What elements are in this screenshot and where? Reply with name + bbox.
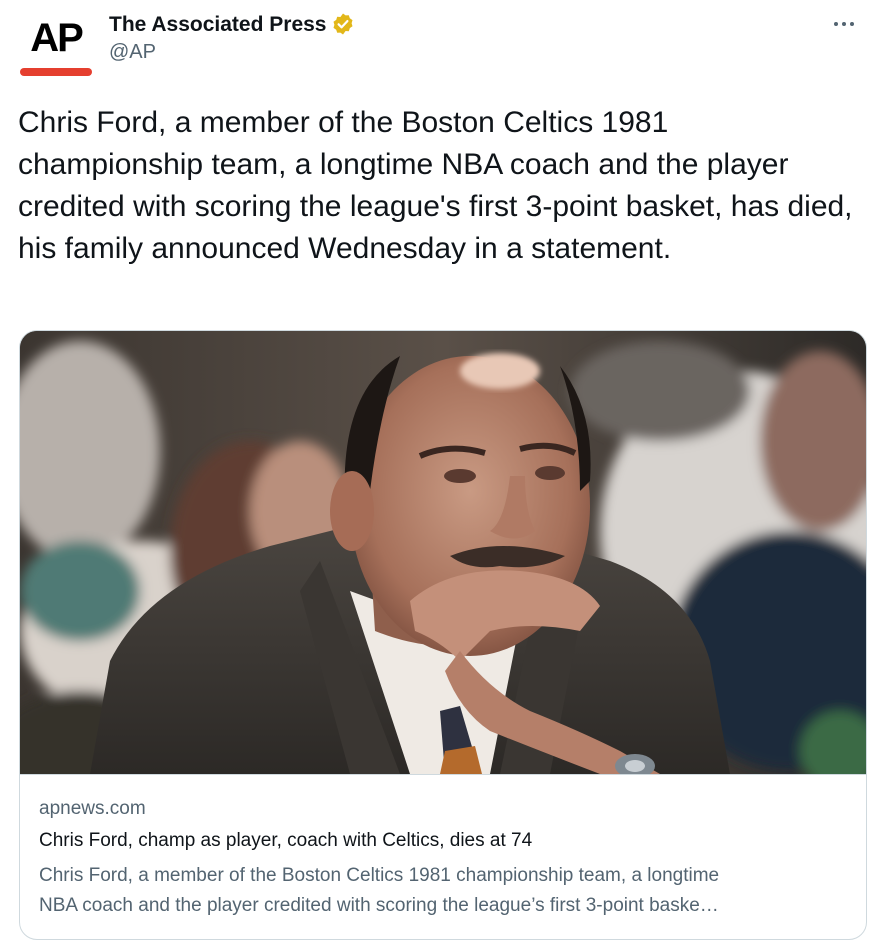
link-card-meta[interactable]: apnews.com Chris Ford, champ as player, …: [20, 774, 866, 939]
verified-badge-icon: [331, 12, 355, 36]
avatar[interactable]: AP: [18, 10, 94, 78]
link-card-title: Chris Ford, champ as player, coach with …: [39, 830, 533, 851]
ap-logo-underline: [20, 68, 92, 76]
link-card-description-line: Chris Ford, a member of the Boston Celti…: [39, 865, 720, 886]
link-card[interactable]: apnews.com Chris Ford, champ as player, …: [19, 330, 867, 940]
tweet-header: AP The Associated Press @AP: [18, 10, 860, 80]
link-card-description: Chris Ford, a member of the Boston Celti…: [39, 861, 854, 921]
account-name-block: The Associated Press @AP: [109, 12, 355, 65]
ap-logo: AP: [30, 16, 84, 60]
more-options-icon[interactable]: [828, 12, 860, 36]
display-name[interactable]: The Associated Press: [109, 12, 327, 38]
tweet-text: Chris Ford, a member of the Boston Celti…: [18, 106, 853, 265]
link-card-description-line: NBA coach and the player credited with s…: [39, 895, 719, 916]
tweet: AP The Associated Press @AP Chris Ford, …: [0, 0, 878, 952]
link-card-domain: apnews.com: [39, 798, 146, 819]
link-card-image[interactable]: [20, 331, 866, 774]
handle[interactable]: @AP: [109, 39, 355, 65]
photo-chris-ford-courtside: [20, 331, 866, 774]
